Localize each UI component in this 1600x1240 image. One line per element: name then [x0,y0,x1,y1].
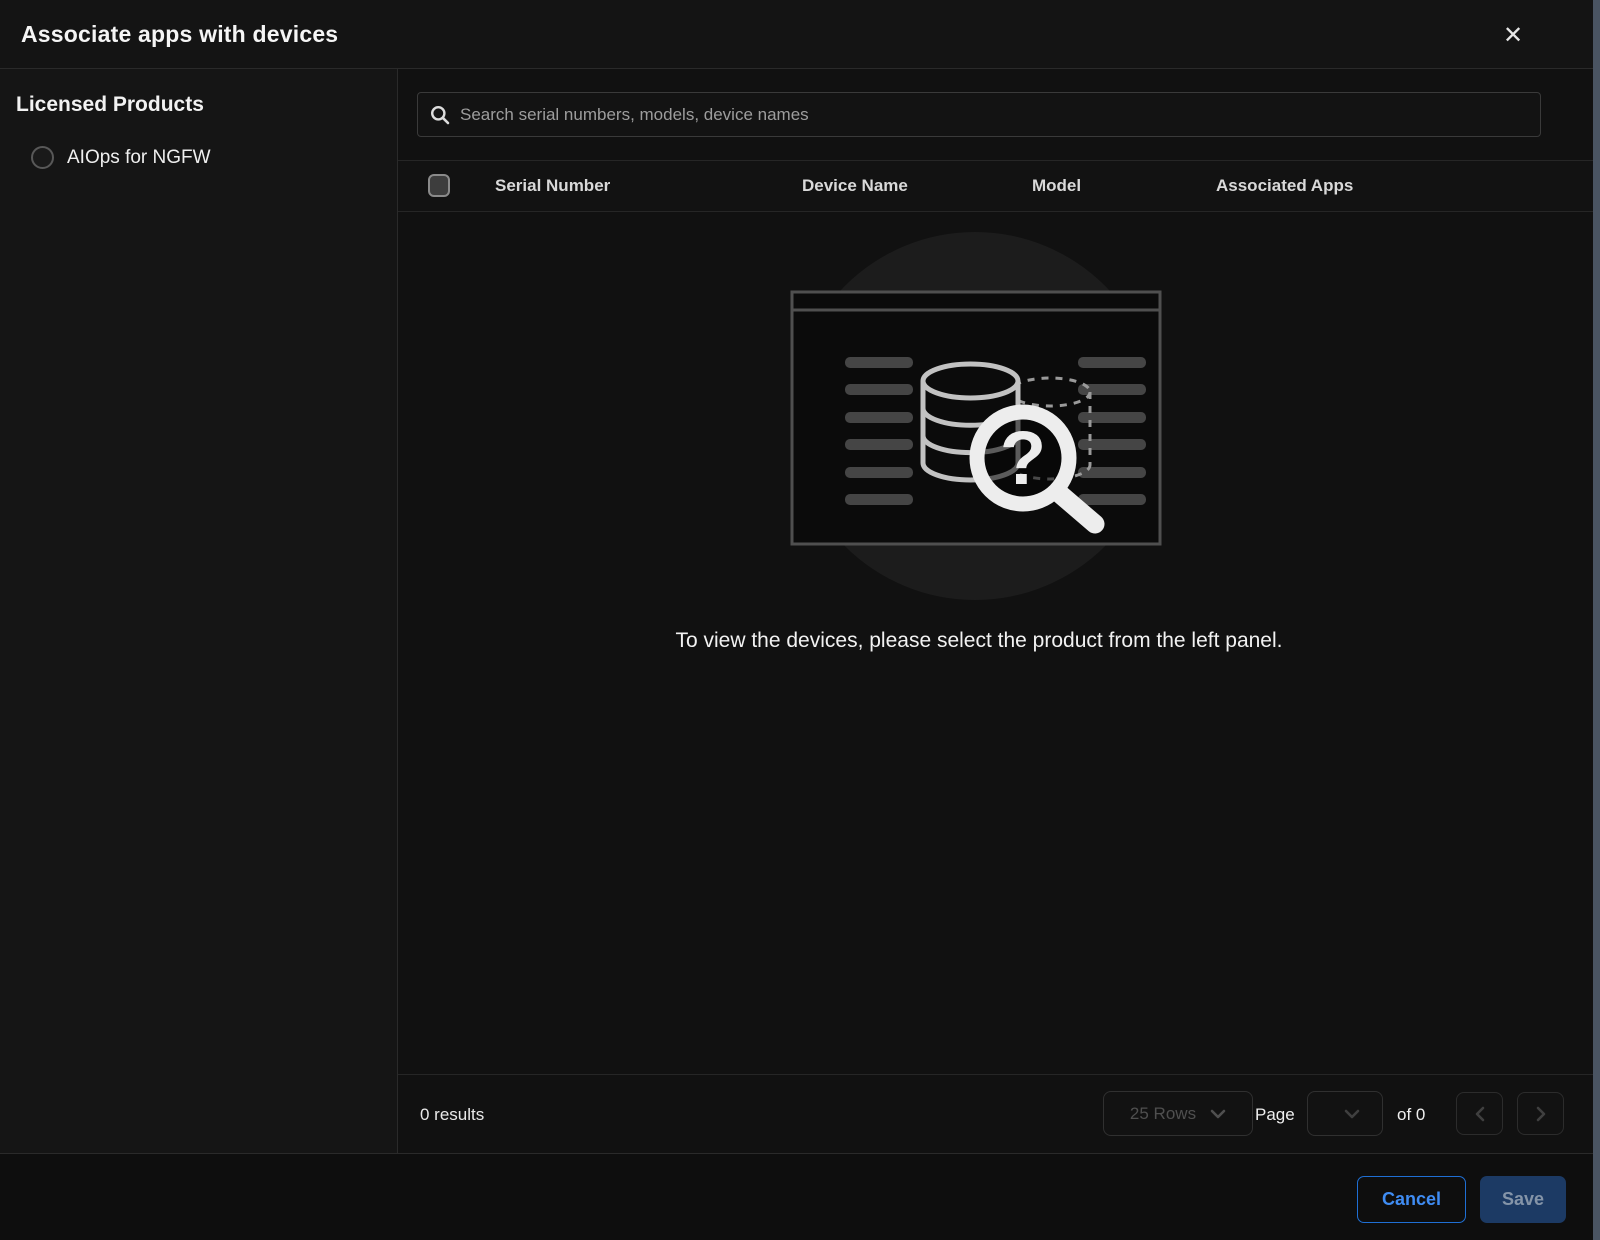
select-all-checkbox[interactable] [428,174,450,197]
dialog-action-bar: Cancel Save [0,1153,1600,1240]
save-button[interactable]: Save [1480,1176,1566,1223]
chevron-right-icon [1536,1106,1546,1122]
search-icon [430,105,450,125]
cancel-button[interactable]: Cancel [1357,1176,1466,1223]
column-device-name: Device Name [802,161,908,211]
results-count: 0 results [420,1075,484,1154]
scrollbar[interactable] [1593,0,1600,1240]
product-radio[interactable] [31,146,54,169]
rows-per-page-select[interactable]: 25 Rows [1103,1091,1253,1136]
column-associated-apps: Associated Apps [1216,161,1353,211]
svg-text:?: ? [1000,416,1046,501]
chevron-down-icon [1344,1109,1360,1119]
page-label: Page [1255,1075,1295,1154]
search-input[interactable] [460,105,1528,125]
rows-per-page-value: 25 Rows [1130,1104,1196,1124]
column-serial-number: Serial Number [495,161,610,211]
table-header-row: Serial Number Device Name Model Associat… [398,160,1600,212]
empty-state-illustration: ? [765,220,1189,612]
chevron-down-icon [1210,1109,1226,1119]
page-count-label: of 0 [1397,1075,1425,1154]
product-option-aiops-ngfw[interactable]: AIOps for NGFW [31,146,211,169]
table-footer: 0 results 25 Rows Page of 0 [398,1074,1600,1153]
page-number-select[interactable] [1307,1091,1383,1136]
empty-state-message: To view the devices, please select the p… [398,629,1560,653]
devices-panel: Serial Number Device Name Model Associat… [398,69,1600,1153]
licensed-products-panel: Licensed Products AIOps for NGFW [0,69,398,1153]
dialog-title: Associate apps with devices [21,0,338,68]
next-page-button[interactable] [1517,1092,1564,1135]
associate-apps-dialog: Associate apps with devices ✕ Licensed P… [0,0,1600,1240]
close-icon[interactable]: ✕ [1496,18,1530,52]
product-label: AIOps for NGFW [67,147,211,169]
previous-page-button[interactable] [1456,1092,1503,1135]
licensed-products-heading: Licensed Products [16,93,204,117]
chevron-left-icon [1475,1106,1485,1122]
device-search-box[interactable] [417,92,1541,137]
column-model: Model [1032,161,1081,211]
dialog-header: Associate apps with devices ✕ [0,0,1600,69]
